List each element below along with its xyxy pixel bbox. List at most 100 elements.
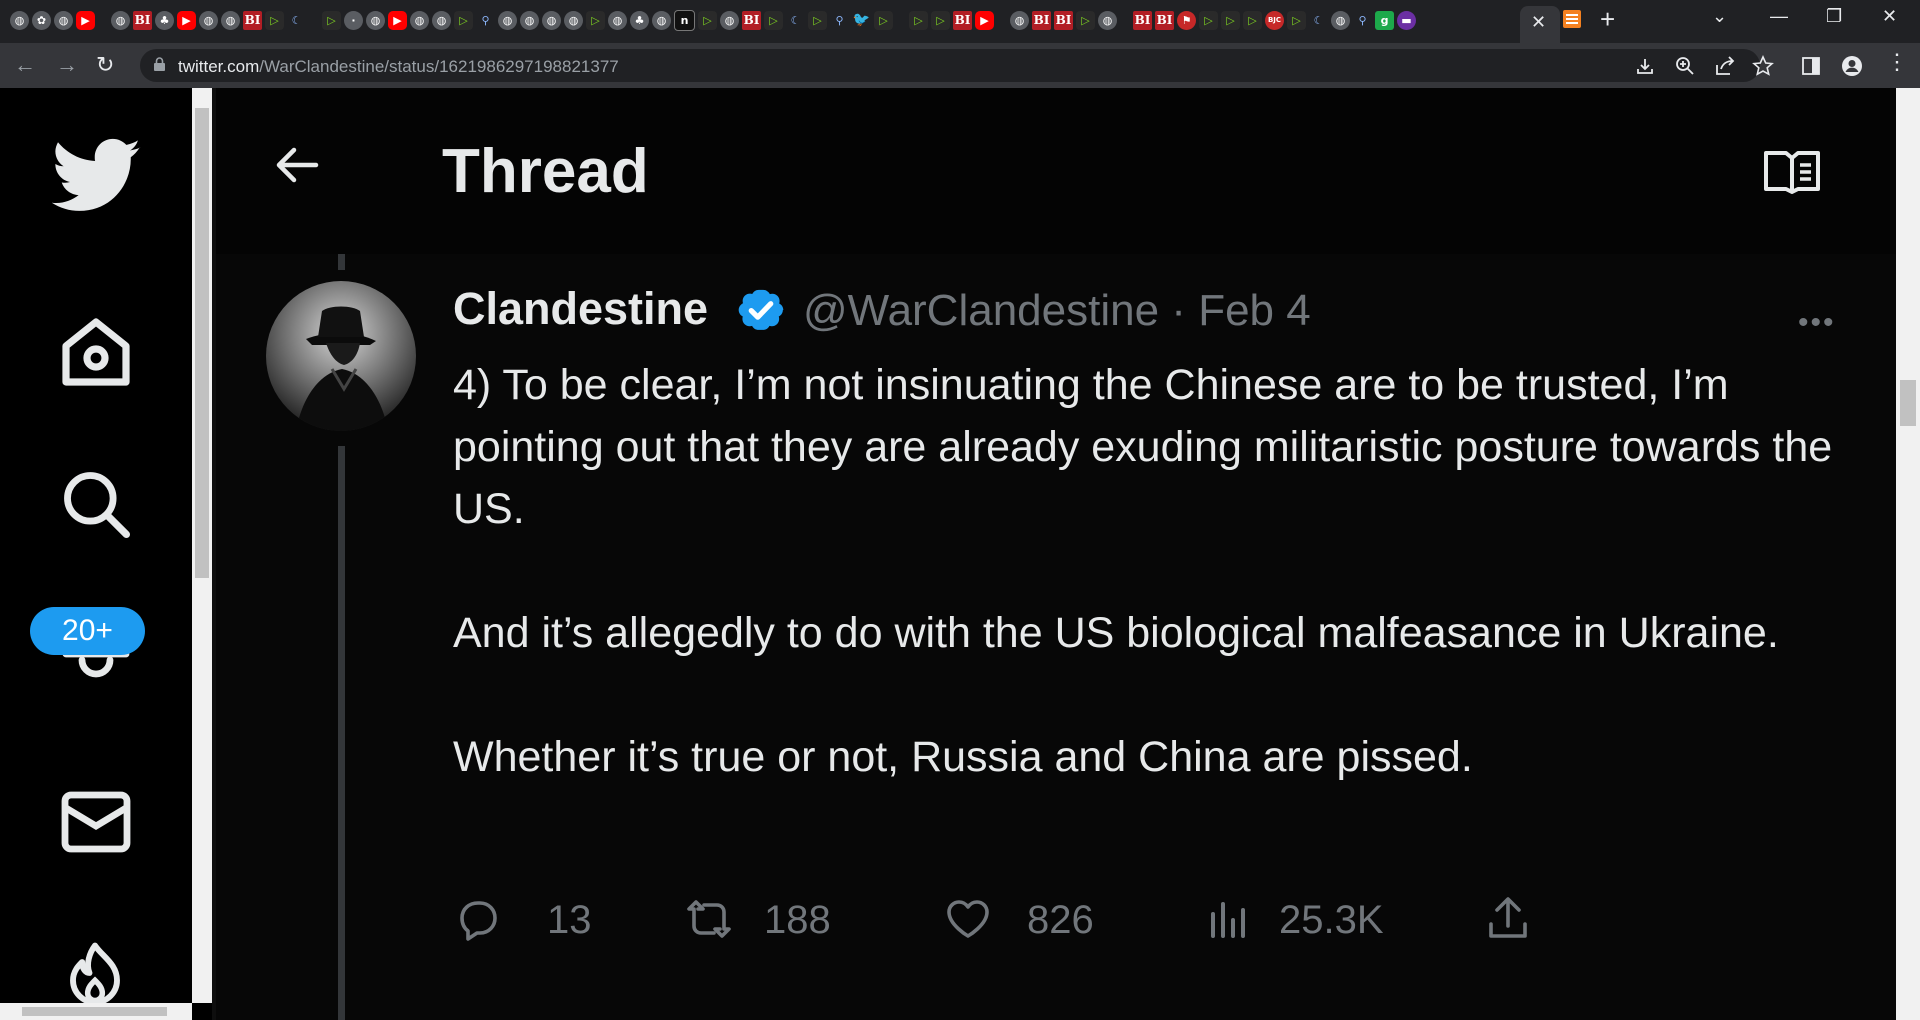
tab-search-favicon-icon[interactable]: ⚲ (476, 11, 495, 30)
sidebar-scrollbar-thumb[interactable] (195, 108, 209, 578)
tab-yt-favicon-icon[interactable]: ▶ (388, 10, 407, 30)
more-options-icon[interactable]: ••• (1798, 306, 1836, 340)
reader-mode-icon[interactable] (1762, 148, 1822, 194)
tab-play-favicon-icon[interactable]: ▷ (1076, 10, 1095, 30)
tab-globe-favicon-icon[interactable]: ◍ (564, 10, 583, 30)
tab-bi-favicon-icon[interactable]: BI (243, 10, 262, 30)
tab-globe-favicon-icon[interactable]: ◍ (542, 10, 561, 30)
fire-icon[interactable] (62, 940, 128, 1006)
author-name[interactable]: Clandestine (453, 283, 708, 335)
tab-play-favicon-icon[interactable]: ▷ (909, 10, 928, 30)
page-scrollbar-thumb[interactable] (1900, 380, 1916, 426)
tab-play-favicon-icon[interactable]: ▷ (1199, 10, 1218, 30)
tab-search-icon[interactable]: ⌄ (1712, 6, 1727, 27)
tab-yt-favicon-icon[interactable]: ▶ (76, 10, 95, 30)
tab-play-favicon-icon[interactable]: ▷ (265, 10, 284, 30)
tweet-date[interactable]: Feb 4 (1198, 286, 1311, 335)
omnibox[interactable]: twitter.com/WarClandestine/status/162198… (140, 49, 1774, 82)
tab-dot-favicon-icon[interactable]: · (344, 10, 363, 30)
lock-icon[interactable] (154, 57, 165, 71)
profile-icon[interactable] (1841, 55, 1863, 77)
tab-globe-favicon-icon[interactable]: ◍ (520, 10, 539, 30)
minimize-icon[interactable]: — (1770, 6, 1788, 27)
tab-globe-favicon-icon[interactable]: ◍ (1331, 10, 1350, 30)
verified-badge-icon[interactable] (735, 284, 787, 336)
horizontal-scrollbar[interactable] (0, 1003, 192, 1020)
tab-globe-favicon-icon[interactable]: ◍ (111, 10, 130, 30)
tab-globe-favicon-icon[interactable]: ◍ (720, 10, 739, 30)
tab-yt-favicon-icon[interactable]: ▶ (975, 10, 994, 30)
active-tab[interactable]: ✕ (1520, 6, 1560, 43)
tab-globe-favicon-icon[interactable]: ◍ (1098, 10, 1117, 30)
tab-bi-favicon-icon[interactable]: BI (1054, 10, 1073, 30)
tab-moon-favicon-icon[interactable]: ☾ (786, 11, 805, 30)
tab-purple-favicon-icon[interactable]: ▬ (1397, 10, 1416, 30)
tab-globe-favicon-icon[interactable]: ◍ (498, 10, 517, 30)
page-scrollbar[interactable] (1896, 88, 1920, 1020)
back-nav-icon[interactable]: ← (14, 52, 36, 78)
bookmark-star-icon[interactable] (1752, 55, 1774, 77)
tab-play-favicon-icon[interactable]: ▷ (1243, 10, 1262, 30)
tab-n-favicon-icon[interactable]: n (674, 9, 695, 31)
tab-search-favicon-icon[interactable]: ⚲ (1353, 11, 1372, 30)
tab-globe-favicon-icon[interactable]: ◍ (10, 10, 29, 30)
tab-search-favicon-icon[interactable]: ⚲ (830, 11, 849, 30)
back-arrow-icon[interactable] (272, 140, 322, 190)
horizontal-scrollbar-thumb[interactable] (22, 1007, 167, 1016)
tab-bjc-favicon-icon[interactable]: BJC (1265, 10, 1284, 30)
zoom-icon[interactable] (1674, 55, 1696, 77)
window-close-icon[interactable]: ✕ (1882, 6, 1897, 27)
tab-globe-favicon-icon[interactable]: ◍ (652, 10, 671, 30)
share-button[interactable] (1483, 888, 1543, 948)
sidebar-scrollbar[interactable] (192, 88, 212, 1003)
tab-tw-favicon-icon[interactable]: 🐦 (852, 11, 871, 30)
retweet-button[interactable]: 188 (684, 888, 884, 948)
reload-icon[interactable]: ↻ (96, 52, 114, 78)
tab-moon-favicon-icon[interactable]: ☾ (287, 11, 306, 30)
tab-g-favicon-icon[interactable]: g (1375, 10, 1394, 30)
tab-bi-favicon-icon[interactable]: BI (953, 10, 972, 30)
search-icon[interactable] (58, 466, 134, 542)
tab-play-favicon-icon[interactable]: ▷ (808, 10, 827, 30)
views-button[interactable]: 25.3K (1203, 888, 1423, 948)
tab-play-favicon-icon[interactable]: ▷ (698, 10, 717, 30)
tab-play-favicon-icon[interactable]: ▷ (454, 10, 473, 30)
tab-moon-favicon-icon[interactable]: ☾ (1309, 11, 1328, 30)
url-text[interactable]: twitter.com/WarClandestine/status/162198… (178, 57, 619, 77)
reply-button[interactable]: 13 (453, 888, 633, 948)
forward-nav-icon[interactable]: → (56, 52, 78, 78)
tab-globe-favicon-icon[interactable]: ◍ (221, 10, 240, 30)
tab-tree-favicon-icon[interactable]: ♣ (155, 10, 174, 30)
tab-bi-favicon-icon[interactable]: BI (1133, 10, 1152, 30)
tab-bi-favicon-icon[interactable]: BI (1155, 10, 1174, 30)
install-app-icon[interactable] (1634, 55, 1656, 77)
mail-icon[interactable] (60, 790, 132, 854)
tab-play-favicon-icon[interactable]: ▷ (874, 10, 893, 30)
home-icon[interactable] (56, 312, 136, 392)
tab-play-favicon-icon[interactable]: ▷ (1221, 10, 1240, 30)
close-tab-icon[interactable]: ✕ (1531, 12, 1546, 33)
tab-globe-favicon-icon[interactable]: ◍ (432, 10, 451, 30)
tab-play-favicon-icon[interactable]: ▷ (322, 10, 341, 30)
tab-game-favicon-icon[interactable]: ✿ (32, 10, 51, 30)
author-handle[interactable]: @WarClandestine (803, 286, 1159, 335)
tab-play-favicon-icon[interactable]: ▷ (1287, 10, 1306, 30)
tab-flag-favicon-icon[interactable]: ⚑ (1177, 10, 1196, 30)
tab-bi-favicon-icon[interactable]: BI (742, 10, 761, 30)
tab-globe-favicon-icon[interactable]: ◍ (54, 10, 73, 30)
like-button[interactable]: 826 (943, 888, 1143, 948)
tab-globe-favicon-icon[interactable]: ◍ (1010, 10, 1029, 30)
tab-play-favicon-icon[interactable]: ▷ (931, 10, 950, 30)
tab-bi-favicon-icon[interactable]: BI (133, 10, 152, 30)
tab-globe-favicon-icon[interactable]: ◍ (608, 10, 627, 30)
notification-badge[interactable]: 20+ (30, 607, 145, 655)
twitter-logo-icon[interactable] (52, 138, 142, 214)
browser-menu-icon[interactable]: ⋮ (1886, 49, 1908, 74)
tab-play-favicon-icon[interactable]: ▷ (764, 10, 783, 30)
tab-favicon-icon[interactable] (1563, 10, 1581, 28)
tab-tree-favicon-icon[interactable]: ♣ (630, 10, 649, 30)
tab-globe-favicon-icon[interactable]: ◍ (410, 10, 429, 30)
side-panel-icon[interactable] (1800, 55, 1822, 77)
restore-icon[interactable]: ❐ (1826, 6, 1842, 27)
share-icon[interactable] (1714, 55, 1736, 77)
